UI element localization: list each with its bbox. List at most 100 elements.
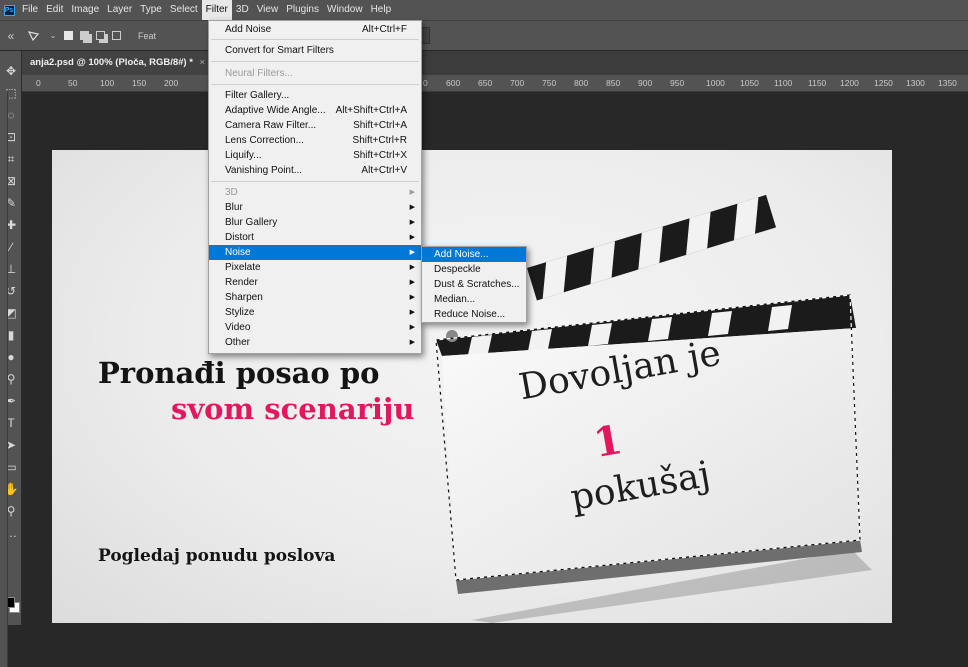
filter-menu-item[interactable]: Camera Raw Filter... Shift+Ctrl+A — [209, 118, 421, 133]
filter-menu: Add Noise Alt+Ctrl+F Convert for Smart Fi… — [208, 20, 422, 354]
menu-edit[interactable]: Edit — [42, 0, 67, 20]
chevron-right-icon: ▶ — [409, 249, 415, 256]
ruler-tick: 850 — [606, 78, 621, 88]
menu-select[interactable]: Select — [166, 0, 202, 20]
menu-layer[interactable]: Layer — [103, 0, 136, 20]
ruler-tick: 800 — [574, 78, 589, 88]
document-tab-bar: anja2.psd @ 100% (Ploča, RGB/8#) * × — [0, 51, 968, 75]
filter-menu-item[interactable]: Adaptive Wide Angle... Alt+Shift+Ctrl+A — [209, 103, 421, 118]
chevron-right-icon: ▶ — [409, 339, 415, 346]
menu-plugins[interactable]: Plugins — [282, 0, 323, 20]
ruler-tick: 700 — [510, 78, 525, 88]
subtract-selection-icon[interactable] — [92, 27, 108, 45]
menu-file[interactable]: File — [18, 0, 42, 20]
chevron-right-icon: ▶ — [409, 234, 415, 241]
headline-line-2: svom scenariju — [171, 392, 415, 426]
document-canvas[interactable]: Pronađi posao po svom scenariju Pogledaj… — [52, 150, 892, 623]
chevron-right-icon: ▶ — [409, 279, 415, 286]
menu-image[interactable]: Image — [67, 0, 103, 20]
chevron-right-icon: ▶ — [409, 309, 415, 316]
chevron-right-icon: ▶ — [409, 264, 415, 271]
filter-submenu-pixelate[interactable]: Pixelate ▶ — [209, 260, 421, 275]
ruler-tick: 600 — [446, 78, 461, 88]
ruler-tick: 900 — [638, 78, 653, 88]
vertical-ruler — [0, 92, 8, 667]
menu-separator — [211, 39, 419, 40]
menu-view[interactable]: View — [253, 0, 283, 20]
menu-separator — [211, 181, 419, 182]
options-bar: « ⌄ Feat — [0, 20, 968, 50]
ruler-tick: 0 — [36, 78, 41, 88]
add-selection-icon[interactable] — [76, 27, 92, 45]
noise-add-noise-item[interactable]: Add Noise... — [422, 247, 526, 262]
ruler-tick: 1350 — [938, 78, 957, 88]
ruler-tick: 1100 — [774, 78, 793, 88]
ruler-tick: 200 — [164, 78, 179, 88]
filter-menu-item[interactable]: Vanishing Point... Alt+Ctrl+V — [209, 163, 421, 178]
ruler-tick: 100 — [100, 78, 115, 88]
filter-menu-item[interactable]: Convert for Smart Filters — [209, 43, 421, 58]
ruler-tick: 750 — [542, 78, 557, 88]
ruler-tick: 1000 — [706, 78, 725, 88]
ruler-tick: 650 — [478, 78, 493, 88]
intersect-selection-icon[interactable] — [108, 27, 124, 45]
noise-median-item[interactable]: Median... — [422, 292, 526, 307]
chevron-right-icon: ▶ — [409, 189, 415, 196]
move-tool-icon[interactable]: ✥ — [0, 61, 22, 81]
filter-submenu-stylize[interactable]: Stylize ▶ — [209, 305, 421, 320]
noise-submenu: Add Noise... Despeckle Dust & Scratches.… — [421, 246, 527, 323]
collapse-icon[interactable]: « — [0, 27, 22, 45]
clapperboard-image: Dovoljan je 1 pokušaj — [432, 150, 892, 623]
filter-submenu-other[interactable]: Other ▶ — [209, 335, 421, 350]
filter-menu-item[interactable]: Add Noise Alt+Ctrl+F — [209, 22, 421, 37]
filter-submenu-noise[interactable]: Noise ▶ — [209, 245, 421, 260]
menu-bar: Ps File Edit Image Layer Type Select Fil… — [0, 0, 968, 20]
ruler-tick: 50 — [68, 78, 78, 88]
chevron-right-icon: ▶ — [409, 324, 415, 331]
chevron-right-icon: ▶ — [409, 219, 415, 226]
call-to-action-text: Pogledaj ponudu poslova — [98, 546, 336, 566]
filter-submenu-distort[interactable]: Distort ▶ — [209, 230, 421, 245]
chevron-right-icon: ▶ — [409, 204, 415, 211]
menu-3d[interactable]: 3D — [232, 0, 253, 20]
menu-filter[interactable]: Filter — [201, 0, 232, 20]
noise-despeckle-item[interactable]: Despeckle — [422, 262, 526, 277]
filter-menu-item[interactable]: Liquify... Shift+Ctrl+X — [209, 148, 421, 163]
ruler-tick: 1250 — [874, 78, 893, 88]
filter-submenu-3d: 3D ▶ — [225, 187, 415, 198]
close-tab-icon[interactable]: × — [200, 57, 206, 68]
horizontal-ruler: 0 50 100 150 200 0 600 650 700 750 800 8… — [22, 75, 968, 92]
ruler-tick: 0 — [423, 78, 428, 88]
document-tab-title: anja2.psd @ 100% (Ploča, RGB/8#) * — [30, 57, 193, 68]
photoshop-window: Ps File Edit Image Layer Type Select Fil… — [0, 0, 968, 667]
menu-separator — [211, 84, 419, 85]
photoshop-logo-icon[interactable]: Ps — [0, 0, 18, 20]
ruler-tick: 150 — [132, 78, 147, 88]
filter-menu-item-disabled: Neural Filters... — [225, 68, 293, 79]
ruler-tick: 1200 — [840, 78, 859, 88]
ruler-tick: 950 — [670, 78, 685, 88]
ruler-tick: 1300 — [906, 78, 925, 88]
filter-menu-item[interactable]: Lens Correction... Shift+Ctrl+R — [209, 133, 421, 148]
ruler-tick: 1050 — [740, 78, 759, 88]
filter-menu-item[interactable]: Filter Gallery... — [209, 88, 421, 103]
filter-submenu-blur[interactable]: Blur ▶ — [209, 200, 421, 215]
noise-reduce-noise-item[interactable]: Reduce Noise... — [422, 307, 526, 322]
clapperboard-graphic — [435, 194, 872, 623]
new-selection-icon[interactable] — [60, 27, 76, 45]
document-tab[interactable]: anja2.psd @ 100% (Ploča, RGB/8#) * × — [22, 51, 208, 75]
filter-submenu-render[interactable]: Render ▶ — [209, 275, 421, 290]
feather-label: Feat — [137, 30, 156, 41]
menu-separator — [211, 61, 419, 62]
chevron-down-icon[interactable]: ⌄ — [46, 27, 60, 45]
menu-help[interactable]: Help — [367, 0, 396, 20]
headline-line-1: Pronađi posao po — [98, 356, 380, 390]
filter-submenu-blur-gallery[interactable]: Blur Gallery ▶ — [209, 215, 421, 230]
filter-submenu-sharpen[interactable]: Sharpen ▶ — [209, 290, 421, 305]
noise-dust-scratches-item[interactable]: Dust & Scratches... — [422, 277, 526, 292]
menu-window[interactable]: Window — [323, 0, 367, 20]
menu-type[interactable]: Type — [136, 0, 166, 20]
lasso-preset-icon[interactable] — [22, 27, 46, 45]
filter-submenu-video[interactable]: Video ▶ — [209, 320, 421, 335]
chevron-right-icon: ▶ — [409, 294, 415, 301]
